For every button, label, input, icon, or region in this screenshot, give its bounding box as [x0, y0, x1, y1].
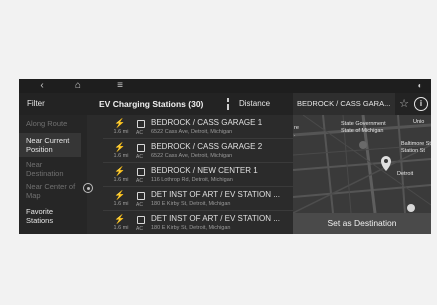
star-icon[interactable]: ☆: [397, 97, 411, 111]
sidebar-item-near-center-of-map[interactable]: Near Center of Map: [19, 181, 81, 201]
home-icon[interactable]: ⌂: [69, 79, 87, 93]
filter-sidebar: Along Route Near Current Position Near D…: [19, 115, 87, 234]
charger-type: AC: [136, 130, 143, 136]
station-address: 116 Lothrop Rd, Detroit, Michigan: [151, 177, 233, 183]
map-view[interactable]: State Government State of Michigan Balti…: [293, 115, 431, 234]
station-name: DET INST OF ART / EV STATION ...: [151, 214, 280, 223]
station-name: BEDROCK / CASS GARAGE 2: [151, 142, 263, 151]
distance-label: 1.6 mi: [113, 129, 129, 135]
list-item[interactable]: ⚡ 1.6 mi AC BEDROCK / NEW CENTER 1 116 L…: [103, 163, 293, 187]
station-list: ⚡ 1.6 mi AC BEDROCK / CASS GARAGE 1 6522…: [103, 115, 293, 234]
station-badge-icon: [137, 216, 145, 224]
station-name: BEDROCK / NEW CENTER 1: [151, 166, 258, 175]
list-title: EV Charging Stations (30): [99, 99, 204, 109]
charger-type: AC: [136, 178, 143, 184]
sort-distance-button[interactable]: Distance: [239, 93, 270, 115]
charger-type: AC: [136, 226, 143, 232]
distance-label: 1.6 mi: [113, 201, 129, 207]
map-label-baltimore-st: Baltimore St Station St: [401, 141, 431, 154]
sidebar-item-along-route[interactable]: Along Route: [19, 119, 87, 129]
station-name: DET INST OF ART / EV STATION ...: [151, 190, 280, 199]
navigation-screen: ‹ ⌂ ≡ ◐ Filter EV Charging Stations (30)…: [19, 79, 431, 234]
station-address: 180 E Kirby St, Detroit, Michigan: [151, 201, 231, 207]
list-header-bar: Filter EV Charging Stations (30) Distanc…: [19, 93, 431, 115]
selected-station-title: BEDROCK / CASS GARA...: [293, 93, 395, 115]
chevron-left-icon[interactable]: ‹: [33, 79, 51, 93]
charger-plug-icon: ⚡: [114, 190, 126, 200]
station-badge-icon: [137, 120, 145, 128]
current-location-icon: [83, 183, 93, 193]
station-badge-icon: [137, 144, 145, 152]
station-badge-icon: [137, 168, 145, 176]
charger-type: AC: [136, 154, 143, 160]
map-label-left-edge: re .: [294, 125, 299, 138]
map-label-detroit: Detroit: [397, 171, 414, 177]
station-name: BEDROCK / CASS GARAGE 1: [151, 118, 263, 127]
charger-plug-icon: ⚡: [114, 142, 126, 152]
sidebar-item-near-destination[interactable]: Near Destination: [19, 159, 81, 179]
distance-label: 1.6 mi: [113, 177, 129, 183]
menu-icon[interactable]: ≡: [111, 79, 129, 93]
map-label-right-edge: Unio: [413, 119, 425, 125]
station-address: 6522 Cass Ave, Detroit, Michigan: [151, 129, 233, 135]
list-item[interactable]: ⚡ 1.6 mi AC BEDROCK / CASS GARAGE 2 6522…: [103, 139, 293, 163]
list-item[interactable]: ⚡ 1.6 mi AC DET INST OF ART / EV STATION…: [103, 187, 293, 211]
station-address: 6522 Cass Ave, Detroit, Michigan: [151, 153, 233, 159]
connectivity-icon: ◐: [417, 81, 423, 90]
distance-label: 1.6 mi: [113, 225, 129, 231]
distance-label: 1.6 mi: [113, 153, 129, 159]
set-as-destination-button[interactable]: Set as Destination: [293, 213, 431, 234]
station-address: 180 E Kirby St, Detroit, Michigan: [151, 225, 231, 231]
charger-plug-icon: ⚡: [114, 214, 126, 224]
filter-button[interactable]: Filter: [19, 93, 87, 115]
list-item[interactable]: ⚡ 1.6 mi AC DET INST OF ART / EV STATION…: [103, 211, 293, 234]
list-item[interactable]: ⚡ 1.6 mi AC BEDROCK / CASS GARAGE 1 6522…: [103, 115, 293, 139]
station-badge-icon: [137, 192, 145, 200]
charger-type: AC: [136, 202, 143, 208]
top-navigation-bar: ‹ ⌂ ≡ ◐: [19, 79, 431, 93]
charger-plug-icon: ⚡: [114, 166, 126, 176]
sidebar-item-favorite-stations[interactable]: Favorite Stations: [19, 207, 81, 229]
sidebar-item-near-current-position[interactable]: Near Current Position: [19, 133, 81, 157]
charger-plug-icon: ⚡: [114, 118, 126, 128]
info-icon[interactable]: i: [414, 97, 428, 111]
sort-icon[interactable]: [224, 98, 232, 110]
map-label-state-government: State Government State of Michigan: [341, 121, 386, 134]
